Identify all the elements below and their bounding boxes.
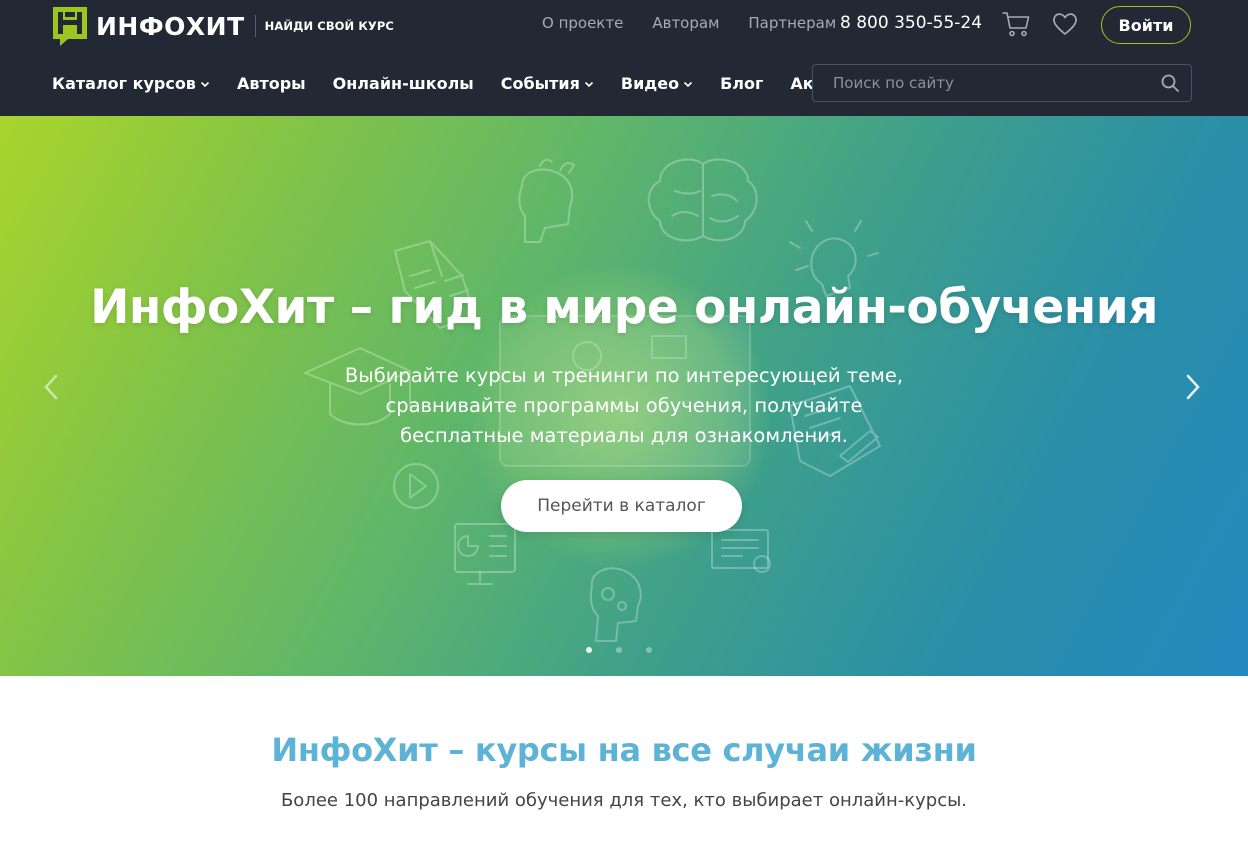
- logo-mark-icon: [53, 7, 87, 46]
- slider-next-icon[interactable]: [1182, 373, 1204, 401]
- hero-subtitle: Выбирайте курсы и тренинги по интересующ…: [324, 361, 924, 451]
- phone-number[interactable]: 8 800 350-55-24: [840, 13, 982, 33]
- hero-title: ИнфоХит – гид в мире онлайн-обучения: [90, 280, 1158, 335]
- search-input[interactable]: [813, 65, 1153, 101]
- nav-item-online-schools[interactable]: Онлайн-школы: [333, 74, 474, 93]
- nav-item-authors[interactable]: Авторы: [237, 74, 306, 93]
- hero-slider: ИнфоХит – гид в мире онлайн-обучения Выб…: [0, 116, 1248, 676]
- head-gears-icon: [589, 567, 642, 642]
- login-button[interactable]: Войти: [1101, 6, 1191, 44]
- nav-item-blog[interactable]: Блог: [720, 74, 763, 93]
- nav-item-label: Онлайн-школы: [332, 74, 474, 93]
- chevron-down-icon: [200, 81, 210, 87]
- search-icon[interactable]: [1160, 73, 1180, 93]
- nav-item-label: Каталог курсов: [52, 74, 196, 93]
- question-marks-icon: [539, 158, 575, 174]
- heart-icon[interactable]: [1051, 10, 1079, 38]
- nav-item-label: Видео: [620, 74, 680, 93]
- slider-dot[interactable]: [586, 647, 592, 653]
- top-links: О проекте Авторам Партнерам: [542, 14, 865, 32]
- slider-dots: [586, 647, 676, 653]
- main-nav: Каталог курсов Авторы Онлайн-школы Событ…: [52, 74, 875, 93]
- top-link-authors[interactable]: Авторам: [652, 14, 719, 32]
- cart-icon[interactable]: [1001, 9, 1031, 39]
- top-link-partners[interactable]: Партнерам: [748, 14, 836, 32]
- logo-slogan: НАЙДИ СВОЙ КУРС: [264, 19, 394, 33]
- play-triangle-icon: [409, 473, 427, 499]
- search-box: [812, 64, 1192, 102]
- logo-divider: [254, 15, 256, 37]
- hero-subtitle-line: Выбирайте курсы и тренинги по интересующ…: [344, 364, 904, 387]
- chevron-down-icon: [683, 81, 693, 87]
- nav-item-events[interactable]: События: [501, 74, 594, 93]
- slider-dot[interactable]: [646, 647, 652, 653]
- nav-item-video[interactable]: Видео: [621, 74, 693, 93]
- logo[interactable]: ИНФОХИТ НАЙДИ СВОЙ КУРС: [52, 6, 394, 46]
- monitor-chart-icon: [454, 523, 516, 573]
- top-link-about[interactable]: О проекте: [542, 14, 623, 32]
- nav-item-catalog[interactable]: Каталог курсов: [52, 74, 210, 93]
- nav-item-label: Блог: [720, 74, 764, 93]
- catalog-cta-button[interactable]: Перейти в каталог: [501, 480, 742, 532]
- play-icon: [393, 463, 439, 509]
- slider-dot[interactable]: [616, 647, 622, 653]
- hero-subtitle-line: сравнивайте программы обучения, получайт…: [385, 394, 863, 417]
- section-title: ИнфоХит – курсы на все случаи жизни: [271, 731, 977, 769]
- nav-item-label: Авторы: [236, 74, 306, 93]
- site-header: ИНФОХИТ НАЙДИ СВОЙ КУРС О проекте Автора…: [0, 0, 1248, 116]
- section-subtitle: Более 100 направлений обучения для тех, …: [280, 790, 968, 811]
- nav-item-label: События: [500, 74, 580, 93]
- chevron-down-icon: [584, 81, 593, 87]
- logo-text: ИНФОХИТ: [96, 11, 245, 41]
- hero-subtitle-line: бесплатные материалы для ознакомления.: [400, 424, 848, 447]
- slider-prev-icon[interactable]: [40, 373, 62, 401]
- brain-icon: [647, 158, 758, 242]
- head-question-icon: [518, 168, 574, 243]
